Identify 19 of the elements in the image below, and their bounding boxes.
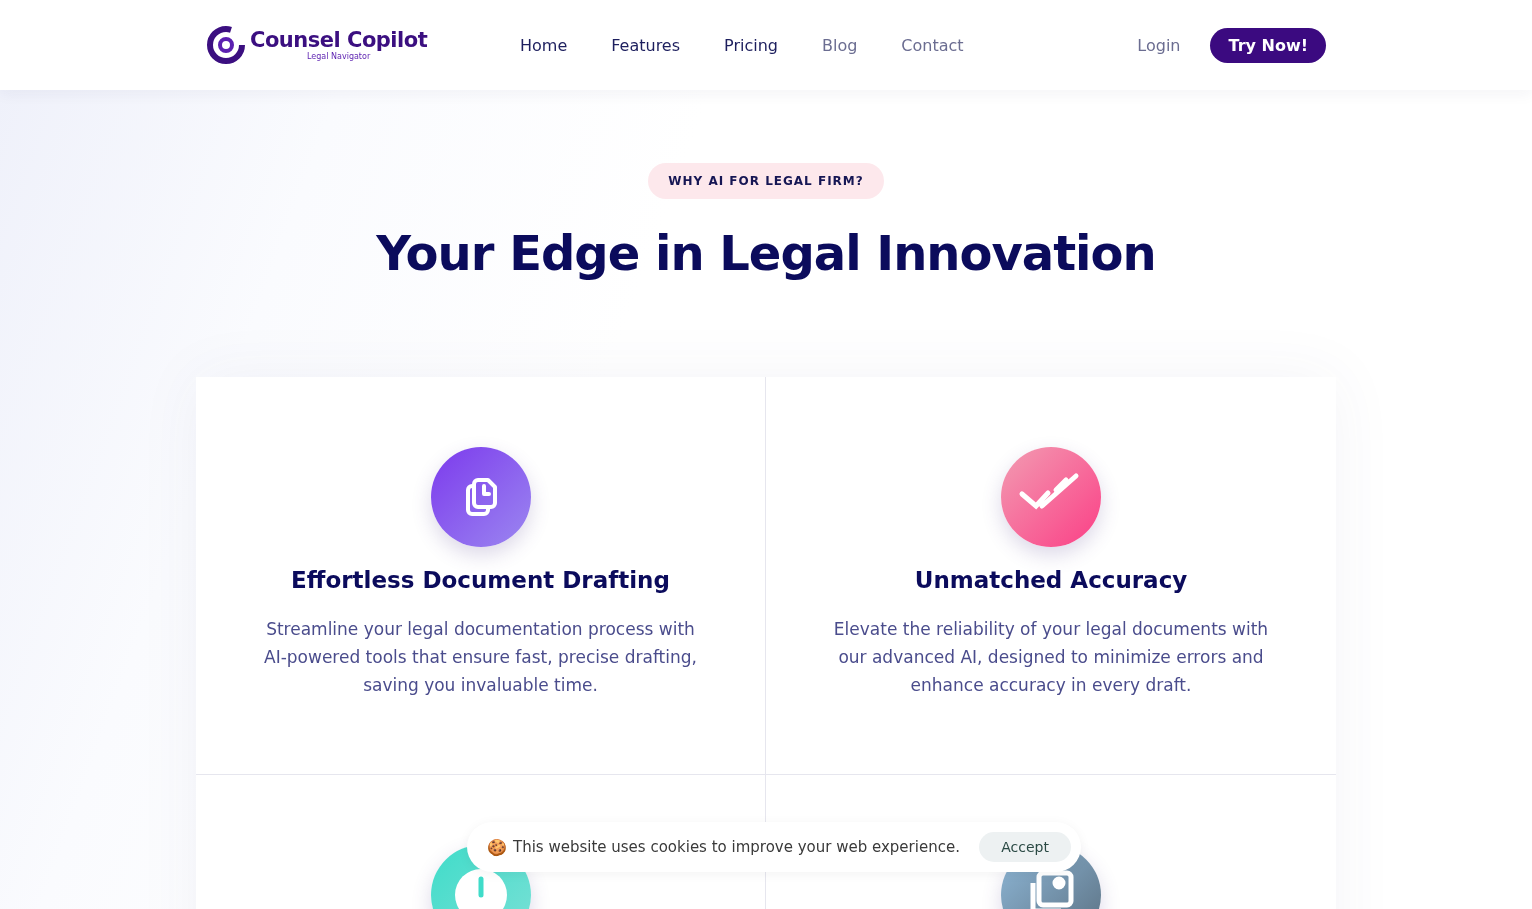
- section-badge: WHY AI FOR LEGAL FIRM?: [648, 163, 884, 199]
- cookie-icon: 🍪: [487, 837, 507, 857]
- feature-title: Unmatched Accuracy: [914, 567, 1188, 593]
- brand-tagline: Legal Navigator: [307, 52, 371, 61]
- nav-link[interactable]: Home: [520, 35, 568, 55]
- feature-title: Effortless Document Drafting: [291, 567, 670, 593]
- logo-icon: [206, 25, 246, 65]
- section-heading: Your Edge in Legal Innovation: [376, 225, 1156, 281]
- nav-link[interactable]: Blog: [822, 35, 858, 55]
- try-now-button[interactable]: Try Now!: [1210, 27, 1326, 63]
- brand-name[interactable]: Counsel Copilot: [250, 29, 428, 53]
- feature-description: Elevate the reliability of your legal documents with our advanced AI, designed to minimize errors and enhance accuracy in every draft.: [832, 618, 1270, 697]
- nav-link[interactable]: Pricing: [724, 35, 778, 55]
- nav-link[interactable]: Contact: [901, 35, 964, 55]
- cookie-message: This website uses cookies to improve your web experience.: [513, 838, 960, 856]
- accept-button[interactable]: Accept: [979, 832, 1071, 862]
- nav-link[interactable]: Features: [611, 35, 681, 55]
- login-link[interactable]: Login: [1137, 35, 1181, 55]
- feature-description: Streamline your legal documentation process with AI-powered tools that ensure fast, precise drafting, saving you invaluable time.: [263, 618, 698, 697]
